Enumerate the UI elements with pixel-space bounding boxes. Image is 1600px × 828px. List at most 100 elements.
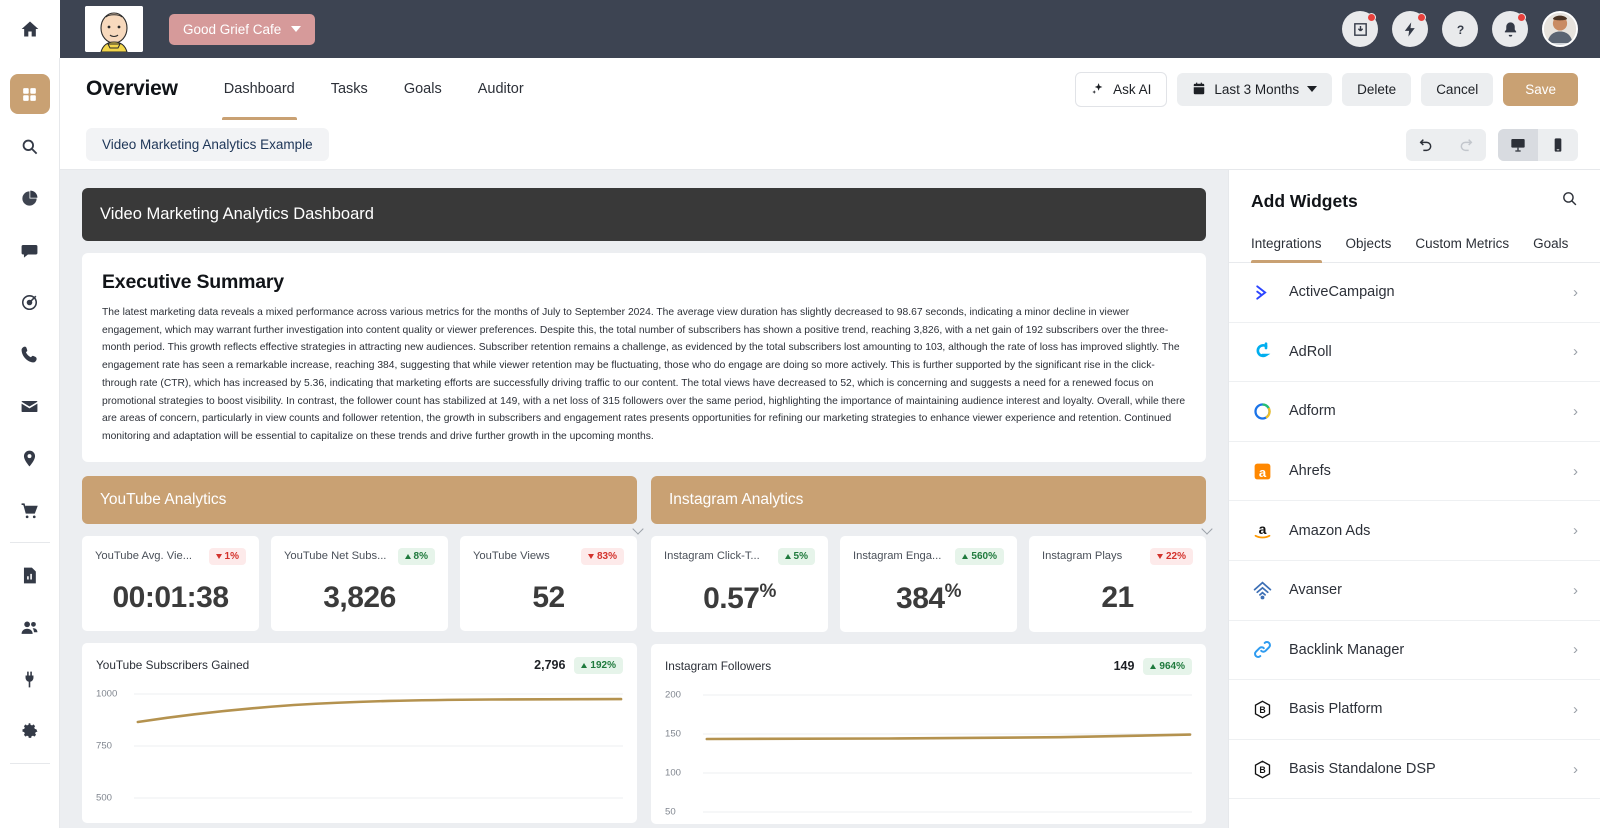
list-item[interactable]: B Basis Platform › [1229,680,1600,740]
rail-divider [9,542,50,543]
users-icon [21,620,38,634]
instagram-followers-chart-widget[interactable]: Instagram Followers 149 964% 200 150 100… [651,643,1206,824]
y-tick: 200 [665,689,682,701]
list-item[interactable]: AdRoll › [1229,323,1600,383]
sidebar-item-dashboard[interactable] [9,74,50,114]
date-range-selector[interactable]: Last 3 Months [1177,72,1333,106]
sidebar-item-ecommerce[interactable] [10,490,50,530]
svg-text:B: B [1259,705,1265,715]
sidebar-item-reports[interactable] [10,555,50,595]
ahrefs-icon: a [1251,461,1273,482]
account-selector[interactable]: Good Grief Cafe [169,13,316,45]
youtube-section-banner[interactable]: YouTube Analytics [82,475,644,535]
list-item[interactable]: a Amazon Ads › [1229,501,1600,561]
kpi-value: 384% [896,580,961,615]
kpi-card[interactable]: YouTube Views 83% 52 [460,535,637,631]
dashboard-title-widget[interactable]: Video Marketing Analytics Dashboard [82,188,1206,241]
kpi-card[interactable]: YouTube Net Subs... 8% 3,826 [271,535,448,631]
import-button[interactable] [1342,11,1378,47]
arrow-up-icon [581,662,588,668]
add-widgets-title: Add Widgets [1251,190,1358,211]
envelope-icon [21,400,38,412]
kpi-delta-badge: 8% [397,547,435,565]
chevron-right-icon: › [1573,760,1578,778]
cancel-button[interactable]: Cancel [1421,72,1494,106]
tab-integrations[interactable]: Integrations [1251,226,1322,263]
chevron-right-icon: › [1573,581,1578,599]
instagram-column: Instagram Analytics Instagram Click-T...… [651,475,1213,824]
resize-handle[interactable] [1201,522,1213,535]
sidebar-item-settings[interactable] [10,711,50,751]
sidebar-item-chat[interactable] [10,230,50,270]
tab-dashboard[interactable]: Dashboard [206,58,313,120]
redo-button[interactable] [1446,129,1486,161]
kpi-card[interactable]: Instagram Plays 22% 21 [1029,535,1206,632]
avatar[interactable] [1542,11,1578,47]
sidebar-item-analytics[interactable] [10,178,50,218]
desktop-view-button[interactable] [1498,128,1538,161]
chart-header: Instagram Followers 149 964% [665,657,1192,675]
list-item[interactable]: ActiveCampaign › [1229,263,1600,323]
home-button[interactable] [0,0,60,58]
brand-logo [85,6,143,52]
sidebar-item-calls[interactable] [10,334,50,374]
home-icon [21,21,39,37]
sidebar-item-integrations[interactable] [10,659,50,699]
svg-text:a: a [1258,464,1266,479]
bell-icon [1504,21,1516,37]
kpi-delta-value: 22% [1165,550,1186,562]
undo-button[interactable] [1406,129,1446,161]
save-button[interactable]: Save [1503,72,1578,106]
kpi-card[interactable]: Instagram Click-T... 5% 0.57% [651,535,828,632]
quick-actions-button[interactable] [1392,11,1428,47]
sidebar-item-locations[interactable] [10,438,50,478]
sidebar-item-target[interactable] [10,282,50,322]
import-icon [1353,22,1367,36]
plug-icon [25,671,34,687]
account-name: Good Grief Cafe [183,21,282,37]
help-button[interactable]: ? [1442,11,1478,47]
sidebar-item-users[interactable] [10,607,50,647]
mobile-icon [1554,137,1562,152]
tab-objects[interactable]: Objects [1346,226,1392,262]
delete-button[interactable]: Delete [1342,72,1412,106]
kpi-delta-badge: 5% [777,547,815,565]
arrow-down-icon [215,553,222,559]
tab-auditor[interactable]: Auditor [460,58,542,120]
list-item[interactable]: a Ahrefs › [1229,442,1600,502]
list-item-label: ActiveCampaign [1289,284,1395,301]
y-tick: 150 [665,728,682,740]
list-item[interactable]: Backlink Manager › [1229,621,1600,681]
list-item[interactable]: Adform › [1229,382,1600,442]
list-item[interactable]: Avanser › [1229,561,1600,621]
list-item[interactable]: B Basis Standalone DSP › [1229,740,1600,800]
svg-text:?: ? [1456,22,1463,36]
integrations-list: ActiveCampaign › AdRoll › Adform › a Ahr… [1229,263,1600,828]
shopping-cart-icon [21,502,38,518]
youtube-column: YouTube Analytics YouTube Avg. Vie... 1% [82,475,644,824]
sparkle-icon [1092,83,1103,94]
executive-summary-widget[interactable]: Executive Summary The latest marketing d… [82,253,1206,462]
kpi-card[interactable]: Instagram Enga... 560% 384% [840,535,1017,632]
kpi-card[interactable]: YouTube Avg. Vie... 1% 00:01:38 [82,535,259,631]
dashboard-name-input[interactable]: Video Marketing Analytics Example [86,128,329,161]
ask-ai-button[interactable]: Ask AI [1075,71,1168,107]
instagram-section-banner[interactable]: Instagram Analytics [651,475,1213,535]
tab-goals[interactable]: Goals [1533,226,1568,262]
mobile-view-button[interactable] [1538,129,1578,161]
notifications-button[interactable] [1492,11,1528,47]
tab-tasks[interactable]: Tasks [313,58,386,120]
add-widgets-header: Add Widgets [1229,170,1600,212]
resize-handle[interactable] [632,522,644,535]
kpi-header: YouTube Net Subs... 8% [284,547,435,565]
youtube-plot: 1000 750 500 [96,684,623,816]
chevron-right-icon: › [1573,700,1578,718]
kpi-delta-badge: 83% [580,547,624,565]
tab-custom-metrics[interactable]: Custom Metrics [1415,226,1509,262]
tab-goals[interactable]: Goals [386,58,460,120]
sidebar-item-email[interactable] [10,386,50,426]
youtube-subscribers-chart-widget[interactable]: YouTube Subscribers Gained 2,796 192% 10… [82,642,637,823]
sidebar-item-search[interactable] [10,126,50,166]
chart-delta-value: 192% [590,659,616,671]
widgets-search-button[interactable] [1561,190,1578,212]
